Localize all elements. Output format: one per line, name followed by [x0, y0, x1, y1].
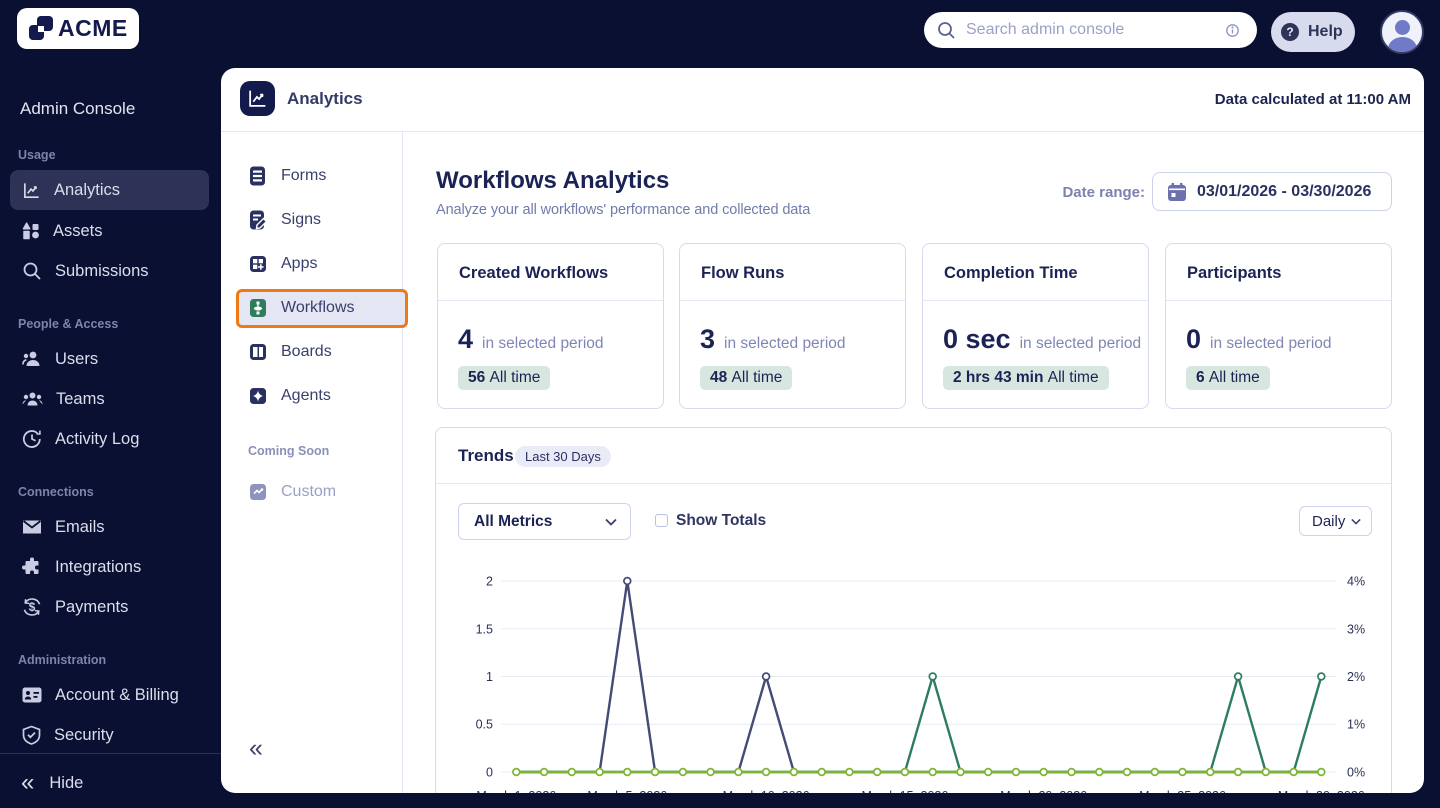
svg-text:0%: 0%: [1347, 766, 1365, 780]
svg-text:$: $: [29, 600, 36, 614]
svg-text:0.5: 0.5: [476, 718, 493, 732]
svg-text:2: 2: [486, 575, 493, 589]
svg-text:1: 1: [486, 670, 493, 684]
svg-text:March 10, 2026: March 10, 2026: [723, 789, 810, 793]
svg-text:March 20, 2026: March 20, 2026: [1000, 789, 1087, 793]
svg-text:March 25, 2026: March 25, 2026: [1139, 789, 1226, 793]
svg-text:2%: 2%: [1347, 670, 1365, 684]
svg-text:March 30, 2026: March 30, 2026: [1278, 789, 1365, 793]
svg-text:0: 0: [486, 766, 493, 780]
svg-text:March 1, 2026: March 1, 2026: [476, 789, 556, 793]
svg-text:4%: 4%: [1347, 575, 1365, 589]
svg-text:1%: 1%: [1347, 718, 1365, 732]
svg-text:March 15, 2026: March 15, 2026: [861, 789, 948, 793]
svg-text:1.5: 1.5: [476, 622, 493, 636]
svg-text:3%: 3%: [1347, 622, 1365, 636]
svg-text:March 5, 2026: March 5, 2026: [587, 789, 667, 793]
